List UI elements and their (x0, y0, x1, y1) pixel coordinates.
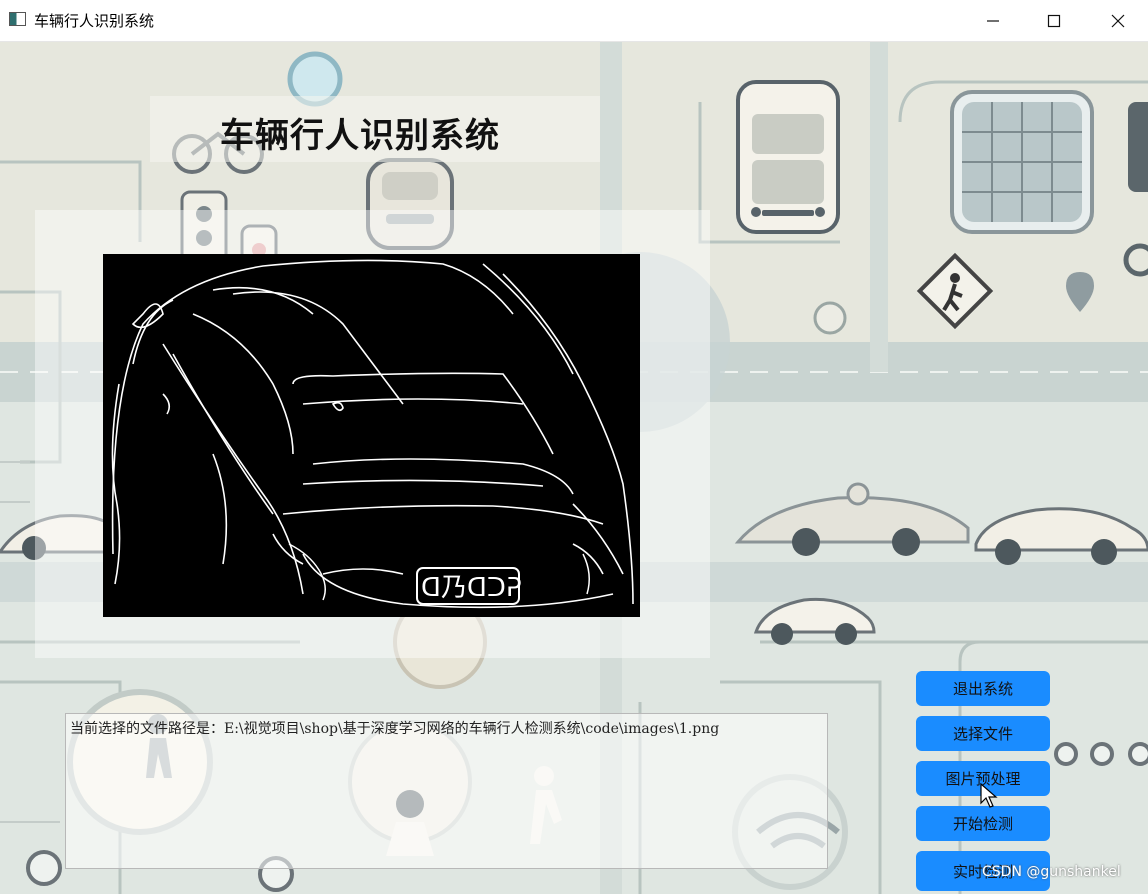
maximize-button[interactable] (1025, 0, 1083, 42)
select-file-button[interactable]: 选择文件 (916, 716, 1050, 751)
maximize-icon (1047, 14, 1061, 28)
image-display: ᗡ乃ᗡᑐᕈ (103, 254, 640, 617)
file-path-textbox[interactable]: 当前选择的文件路径是：E:\视觉项目\shop\基于深度学习网络的车辆行人检测系… (65, 713, 828, 869)
close-icon (1111, 14, 1125, 28)
window-title: 车辆行人识别系统 (34, 12, 155, 30)
edge-detected-car-image: ᗡ乃ᗡᑐᕈ (111, 259, 634, 609)
background-scene: 车辆行人识别系统 ᗡ乃ᗡᑐᕈ 当前选择的文件路径是：E:\视觉项目\shop\基… (0, 42, 1148, 894)
mouse-pointer-icon (980, 783, 998, 808)
minimize-button[interactable] (964, 0, 1022, 42)
exit-system-button[interactable]: 退出系统 (916, 671, 1050, 706)
app-window: 车辆行人识别系统 车辆行人识别系统 ᗡ乃ᗡᑐᕈ 当前选择的文件路径是：E:\视觉… (0, 0, 1148, 894)
page-title: 车辆行人识别系统 (220, 116, 500, 156)
watermark: CSDN @gunshankel (982, 864, 1121, 880)
title-banner: 车辆行人识别系统 (150, 96, 600, 162)
close-button[interactable] (1089, 0, 1147, 42)
minimize-icon (987, 20, 999, 22)
app-window-icon (9, 12, 26, 26)
title-bar: 车辆行人识别系统 (0, 0, 1148, 42)
start-detection-button[interactable]: 开始检测 (916, 806, 1050, 841)
license-plate-text: ᗡ乃ᗡᑐᕈ (421, 573, 522, 603)
file-path-text: 当前选择的文件路径是：E:\视觉项目\shop\基于深度学习网络的车辆行人检测系… (70, 721, 720, 737)
